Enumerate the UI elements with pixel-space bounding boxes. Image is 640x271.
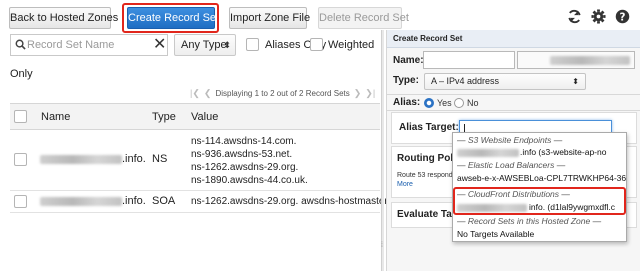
record-type: SOA	[152, 195, 176, 207]
dropdown-option[interactable]: awseb-e-x-AWSEBLoa-CPL7TRWKHP64-3654	[457, 173, 626, 183]
search-icon	[15, 39, 26, 53]
record-type-value: A – IPv4 address	[431, 76, 500, 86]
first-page-icon[interactable]: |❮	[190, 88, 200, 99]
dropdown-option[interactable]: .info (s3-website-ap-no	[453, 147, 626, 159]
record-value: ns-114.awsdns-14.com.	[191, 136, 297, 147]
filter-row: ✕ Any Type ⬍ Aliases Only Weighted	[10, 34, 380, 58]
dropdown-option: No Targets Available	[457, 229, 535, 239]
alias-no-radio[interactable]	[454, 98, 464, 108]
dropdown-group-header: — S3 Website Endpoints —	[457, 135, 563, 145]
alias-label: Alias:	[393, 97, 421, 108]
alias-yes-radio[interactable]	[424, 98, 434, 108]
redacted-domain-name	[40, 197, 122, 206]
routing-more-link[interactable]: More	[397, 181, 413, 188]
name-input[interactable]	[423, 51, 515, 69]
table-header: Name Type Value	[10, 104, 380, 130]
pager: |❮ ❮ Displaying 1 to 2 out of 2 Record S…	[190, 88, 375, 99]
delete-record-set-button[interactable]: Delete Record Set	[318, 7, 409, 29]
record-value: ns-1890.awsdns-44.co.uk.	[191, 175, 308, 186]
record-sets-table: Name Type Value .info. NS ns-114.awsdns-…	[10, 103, 420, 213]
panel-separator	[387, 94, 640, 95]
record-set-name-search-input[interactable]	[27, 37, 147, 53]
record-value: ns-1262.awsdns-29.org.	[191, 162, 299, 173]
record-name-suffix: .info.	[122, 153, 146, 165]
redacted-domain-name	[40, 155, 122, 164]
search-box: ✕	[10, 34, 168, 56]
alias-no-label: No	[467, 98, 479, 108]
domain-suffix-field	[517, 51, 635, 69]
panel-splitter[interactable]: ⁞	[381, 30, 384, 271]
row-checkbox[interactable]	[14, 195, 27, 208]
redacted-domain-name	[457, 149, 519, 157]
panel-title: Create Record Set	[387, 30, 640, 48]
select-caret-icon: ⬍	[572, 77, 579, 86]
routing-policy-description: Route 53 respond:	[397, 172, 455, 179]
weighted-only-label-wrap: Only	[10, 68, 33, 80]
create-record-set-highlight	[122, 3, 219, 33]
table-row[interactable]: .info. NS ns-114.awsdns-14.com. ns-936.a…	[10, 131, 380, 191]
type-filter-select[interactable]: Any Type ⬍	[174, 34, 236, 56]
record-type: NS	[152, 153, 168, 165]
panel-separator	[387, 110, 640, 111]
weighted-label: Weighted	[328, 39, 375, 51]
alias-yes-label: Yes	[437, 98, 452, 108]
alias-target-label: Alias Target:	[399, 122, 459, 133]
weighted-checkbox[interactable]	[310, 38, 323, 51]
splitter-grip-icon: ⁞	[381, 242, 383, 249]
back-to-hosted-zones-button[interactable]: Back to Hosted Zones	[9, 7, 118, 29]
column-header-value[interactable]: Value	[191, 111, 218, 123]
name-label: Name:	[393, 55, 424, 66]
dropdown-option-label: .info (s3-website-ap-no	[520, 147, 607, 157]
record-values: ns-114.awsdns-14.com. ns-936.awsdns-53.n…	[191, 135, 308, 187]
import-zone-file-button[interactable]: Import Zone File	[229, 7, 310, 29]
dropdown-group-header: — Record Sets in this Hosted Zone —	[457, 216, 602, 226]
last-page-icon[interactable]: ❯|	[365, 88, 375, 99]
prev-page-icon[interactable]: ❮	[204, 88, 212, 99]
column-header-name[interactable]: Name	[41, 111, 70, 123]
svg-text:?: ?	[620, 11, 626, 23]
column-header-type[interactable]: Type	[152, 111, 176, 123]
help-icon[interactable]: ?	[615, 9, 630, 24]
cloudfront-option-highlight	[453, 187, 626, 215]
select-all-checkbox[interactable]	[14, 110, 27, 123]
table-row[interactable]: .info. SOA ns-1262.awsdns-29.org. awsdns…	[10, 191, 420, 213]
record-type-select[interactable]: A – IPv4 address ⬍	[424, 73, 586, 90]
gear-icon[interactable]	[591, 9, 606, 24]
refresh-icon[interactable]	[567, 9, 582, 24]
next-page-icon[interactable]: ❯	[354, 88, 362, 99]
redacted-domain-suffix	[550, 56, 630, 65]
select-caret-icon: ⬍	[223, 40, 231, 50]
pager-text: Displaying 1 to 2 out of 2 Record Sets	[215, 89, 350, 98]
dropdown-group-header: — Elastic Load Balancers —	[457, 160, 566, 170]
clear-search-icon[interactable]: ✕	[153, 36, 166, 54]
type-filter-value: Any Type	[181, 39, 227, 51]
record-name-suffix: .info.	[122, 195, 146, 207]
row-checkbox[interactable]	[14, 153, 27, 166]
type-label: Type:	[393, 75, 419, 86]
aliases-only-checkbox[interactable]	[246, 38, 259, 51]
record-value: ns-936.awsdns-53.net.	[191, 149, 293, 160]
toolbar-icons: ?	[567, 9, 630, 24]
